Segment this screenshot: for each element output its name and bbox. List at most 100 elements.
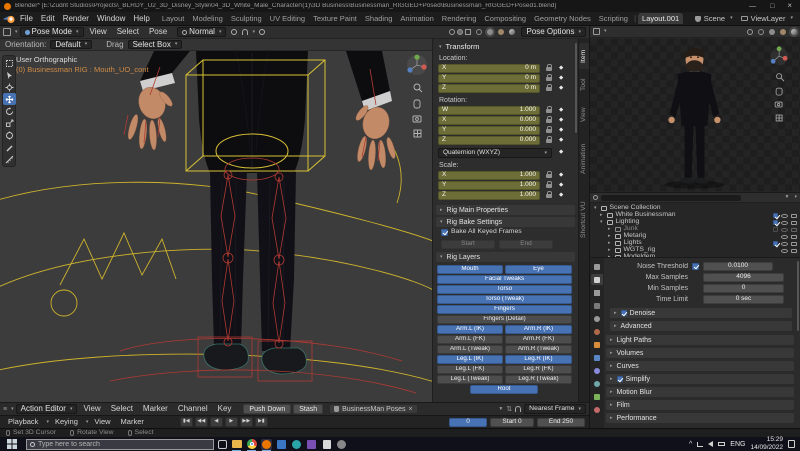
lock-icon[interactable] [546,174,552,178]
orientation-dropdown[interactable]: Default▾ [50,40,92,49]
lock-icon[interactable] [546,129,552,133]
panel-light-paths[interactable]: ▸Light Paths [606,335,794,345]
menu-key[interactable]: Key [214,405,236,413]
exclude-checkbox[interactable] [773,220,778,225]
tool-annotate[interactable] [3,141,16,153]
action-name-block[interactable]: BusinessMan Poses × [329,404,418,414]
app-icon-teal[interactable] [291,439,302,450]
chrome-icon[interactable] [246,439,257,450]
proportional-edit-icon[interactable] [259,29,265,35]
tray-volume-icon[interactable] [708,441,713,447]
rig-layer-arm-r-fk[interactable]: Arm.R (FK) [505,335,572,344]
rig-layer-root[interactable]: Root [470,385,538,394]
tool-3d-cursor[interactable] [3,81,16,93]
menu-select[interactable]: Select [107,405,137,413]
view-menu[interactable]: View [90,418,114,426]
keyframe-decorator[interactable]: ◆ [559,193,563,199]
workspace-tab-shading[interactable]: Shading [361,13,397,25]
sync-arrows-icon[interactable]: ⇅ [506,406,512,413]
lock-icon[interactable] [546,184,552,188]
render-camera-icon[interactable] [791,235,797,239]
lock-icon[interactable] [546,87,552,91]
rig-layer-arm-l-fk[interactable]: Arm.L (FK) [437,335,503,344]
tray-battery-icon[interactable] [718,442,725,446]
properties-tab-physics[interactable] [591,378,603,389]
workspace-tab-rendering[interactable]: Rendering [438,13,481,25]
menu-select[interactable]: Select [113,28,143,36]
shading-material-icon[interactable] [498,29,504,35]
outliner-row-wgts-rig[interactable]: ▸ WGTS_rig [590,247,800,254]
properties-tab-data[interactable] [591,391,603,402]
start-button[interactable] [2,439,22,449]
bake-all-keyed-frames-row[interactable]: Bake All Keyed Frames [441,229,522,236]
frame-end-field[interactable]: End 250 [537,418,585,427]
workspace-tab-layout[interactable]: Layout [158,13,189,25]
filter-icon[interactable]: ▼ [785,195,790,200]
max-samples-field[interactable]: 4096 [703,273,784,282]
taskbar-search-box[interactable] [26,439,214,450]
blender-logo-icon[interactable] [3,14,16,24]
snap-magnet-icon[interactable] [515,406,521,412]
keyframe-decorator[interactable]: ◆ [559,128,563,134]
search-input[interactable] [38,441,210,448]
rig-layer-arm-r-ik[interactable]: Arm.R (IK) [505,325,572,334]
push-down-button[interactable]: Push Down [243,404,291,414]
workspace-tab-modeling[interactable]: Modeling [188,13,226,25]
menu-channel[interactable]: Channel [174,405,212,413]
close-button[interactable]: × [783,2,796,10]
language-indicator[interactable]: ENG [730,441,745,448]
mode-dropdown[interactable]: Pose Mode ▾ [20,27,84,37]
unlink-action-icon[interactable]: × [409,406,413,413]
blender-taskbar-icon[interactable] [261,439,272,450]
jump-to-start-button[interactable]: ▮◀ [180,417,193,427]
shading-material-icon[interactable] [780,29,786,35]
shading-wireframe-icon[interactable] [758,29,764,35]
menu-window[interactable]: Window [93,15,129,23]
keying-menu[interactable]: Keying [51,418,82,426]
prev-keyframe-button[interactable]: ◀◀ [195,417,208,427]
min-samples-field[interactable]: 0 [703,284,784,293]
show-overlays-icon[interactable] [457,29,463,35]
tray-chevron-icon[interactable]: ^ [689,441,692,448]
shading-wireframe-icon[interactable] [476,29,482,35]
hide-eye-icon[interactable] [781,214,788,218]
marker-menu[interactable]: Marker [117,418,148,426]
render-camera-icon[interactable] [791,249,797,253]
workspace-tab-sculpting[interactable]: Sculpting [227,13,266,25]
sidebar-scrollbar[interactable] [575,43,577,133]
shading-rendered-icon[interactable] [791,29,797,35]
rig-layer-eye[interactable]: Eye [505,265,572,274]
editor-type-icon[interactable] [593,28,600,35]
menu-marker[interactable]: Marker [139,405,172,413]
hide-eye-icon[interactable] [781,242,788,246]
keyframe-decorator[interactable]: ◆ [559,76,563,82]
rig-layer-torso-tweak[interactable]: Torso (Tweak) [437,295,572,304]
shading-rendered-icon[interactable] [509,29,515,35]
hide-eye-icon[interactable] [781,221,788,225]
transform-panel-header[interactable]: ▾Transform [435,42,575,52]
editor-type-icon[interactable] [3,28,11,36]
menu-file[interactable]: File [16,15,37,23]
tool-move[interactable] [3,93,16,105]
rig-layer-leg-l-fk[interactable]: Leg.L (FK) [437,365,503,374]
properties-tab-modifiers[interactable] [591,352,603,363]
panel-curves[interactable]: ▸Curves [606,361,794,371]
show-gizmo-icon[interactable] [747,29,753,35]
denoise-checkbox[interactable] [621,310,627,316]
play-reverse-button[interactable]: ◀ [210,417,223,427]
keyframe-decorator[interactable]: ◆ [559,118,563,124]
rig-layer-leg-r-tweak[interactable]: Leg.R (Tweak) [505,375,572,384]
workspace-tab-geometrynodes[interactable]: Geometry Nodes [530,13,595,25]
current-frame-field[interactable]: 0 [449,418,487,427]
keyframe-decorator[interactable]: ◆ [559,138,563,144]
tool-select-box[interactable] [3,57,16,69]
next-keyframe-button[interactable]: ▶▶ [240,417,253,427]
properties-tab-viewlayer[interactable] [591,300,603,311]
panel-advanced[interactable]: ▸Advanced [610,321,792,331]
exclude-checkbox[interactable] [773,213,778,218]
lock-icon[interactable] [546,67,552,71]
scale-x-field[interactable]: X1.000 [438,171,540,180]
properties-tab-tool[interactable] [591,261,603,272]
rig-layer-fingers[interactable]: Fingers [437,305,572,314]
dopesheet-mode-dropdown[interactable]: Action Editor▾ [16,404,78,414]
